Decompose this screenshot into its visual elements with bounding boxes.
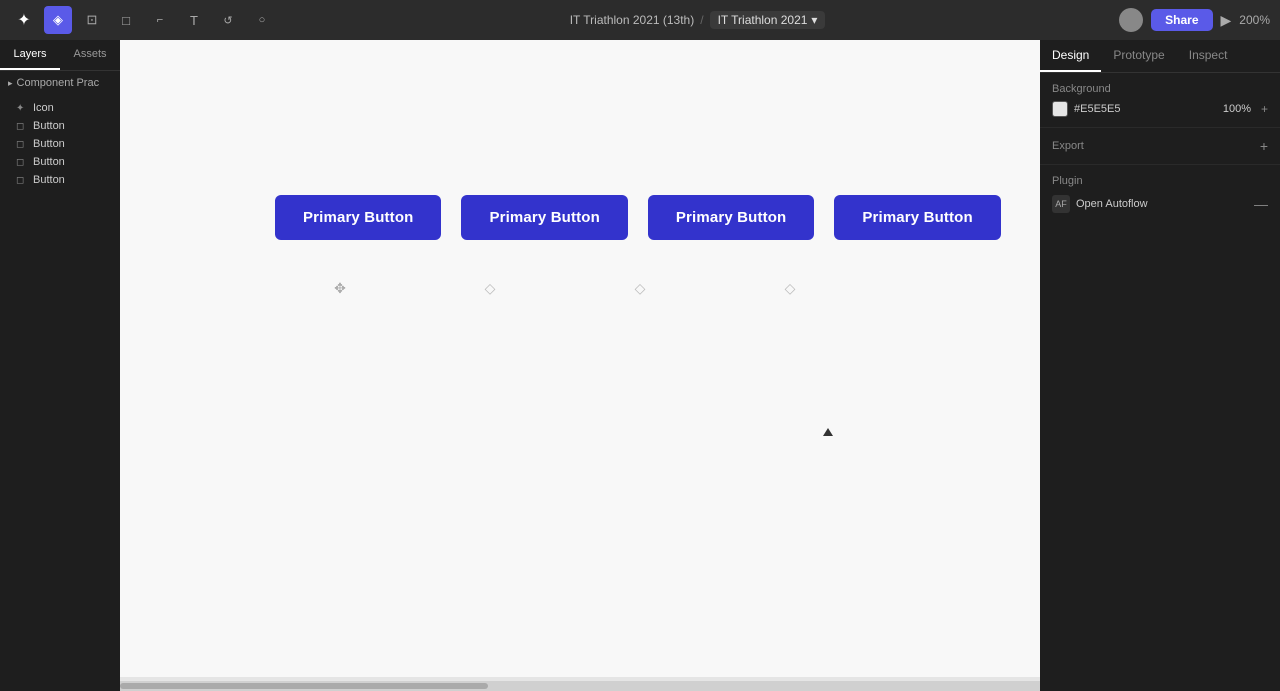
canvas-area[interactable]: Primary Button Primary Button Primary Bu… <box>120 40 1040 691</box>
plugin-item: AF Open Autoflow — <box>1052 195 1268 213</box>
current-page-label[interactable]: IT Triathlon 2021 ▾ <box>710 11 826 29</box>
layer-icon-symbol: ◻ <box>16 175 28 186</box>
plugin-name[interactable]: Open Autoflow <box>1076 198 1148 210</box>
diamond-icon-1: ◇ <box>485 280 496 297</box>
layer-item-button-4[interactable]: ◻ Button <box>0 171 120 189</box>
export-add-button[interactable]: + <box>1260 138 1268 154</box>
toolbar-right: Share ▶ 200% <box>1119 8 1270 32</box>
plugin-remove-button[interactable]: — <box>1254 196 1268 212</box>
plugin-section: Plugin AF Open Autoflow — <box>1040 165 1280 223</box>
layer-item-button-2[interactable]: ◻ Button <box>0 135 120 153</box>
tab-inspect[interactable]: Inspect <box>1177 40 1240 72</box>
project-title: IT Triathlon 2021 (13th) <box>570 13 695 27</box>
background-label: Background <box>1052 83 1268 95</box>
right-panel-tabs: Design Prototype Inspect <box>1040 40 1280 73</box>
canvas-handles: ✥ ◇ ◇ ◇ <box>275 280 855 297</box>
primary-button-2[interactable]: Primary Button <box>461 195 627 240</box>
background-row: #E5E5E5 100% + <box>1052 101 1268 117</box>
text-tool[interactable]: T <box>180 6 208 34</box>
frame-tool[interactable]: ⊡ <box>78 6 106 34</box>
background-opacity[interactable]: 100% <box>1223 103 1251 115</box>
export-row: Export + <box>1052 138 1268 154</box>
left-sidebar: Layers Assets ▸ Component Prac ✦ Icon ◻ … <box>0 40 120 691</box>
handle-diamond-2: ◇ <box>575 280 705 297</box>
component-tool[interactable]: ↺ <box>214 6 242 34</box>
background-color-swatch[interactable] <box>1052 101 1068 117</box>
top-bar: ✦ ◈ ⊡ □ ⌐ T ↺ ○ IT Triathlon 2021 (13th)… <box>0 0 1280 40</box>
primary-button-3[interactable]: Primary Button <box>648 195 814 240</box>
background-hex[interactable]: #E5E5E5 <box>1074 103 1217 115</box>
zoom-level: 200% <box>1239 13 1270 27</box>
handle-crosshair: ✥ <box>275 280 405 297</box>
tab-layers[interactable]: Layers <box>0 40 60 70</box>
canvas-scrollbar[interactable] <box>120 681 1040 691</box>
comment-tool[interactable]: ○ <box>248 6 276 34</box>
handle-diamond-1: ◇ <box>425 280 555 297</box>
plugin-icon: AF <box>1052 195 1070 213</box>
plugin-section-label: Plugin <box>1052 175 1268 187</box>
canvas-page <box>120 40 1040 677</box>
layer-icon-symbol: ◻ <box>16 121 28 132</box>
primary-button-1[interactable]: Primary Button <box>275 195 441 240</box>
breadcrumb-separator: / <box>700 13 703 27</box>
play-button[interactable]: ▶ <box>1221 12 1232 29</box>
layer-item-button-1[interactable]: ◻ Button <box>0 117 120 135</box>
share-button[interactable]: Share <box>1151 9 1212 31</box>
diamond-icon-2: ◇ <box>635 280 646 297</box>
canvas-buttons: Primary Button Primary Button Primary Bu… <box>275 195 1001 240</box>
layer-icon-symbol: ◻ <box>16 139 28 150</box>
main-layout: Layers Assets ▸ Component Prac ✦ Icon ◻ … <box>0 40 1280 691</box>
layer-item-button-3[interactable]: ◻ Button <box>0 153 120 171</box>
select-tool[interactable]: ◈ <box>44 6 72 34</box>
plugin-name-wrap: AF Open Autoflow <box>1052 195 1148 213</box>
diamond-icon-3: ◇ <box>785 280 796 297</box>
figma-logo[interactable]: ✦ <box>10 6 38 34</box>
background-add-icon[interactable]: + <box>1261 102 1268 116</box>
right-panel: Design Prototype Inspect Background #E5E… <box>1040 40 1280 691</box>
export-section: Export + <box>1040 128 1280 165</box>
export-label: Export <box>1052 140 1084 152</box>
crosshair-icon: ✥ <box>334 280 346 297</box>
sidebar-tabs: Layers Assets <box>0 40 120 71</box>
avatar <box>1119 8 1143 32</box>
tab-design[interactable]: Design <box>1040 40 1101 72</box>
toolbar-left: ✦ ◈ ⊡ □ ⌐ T ↺ ○ <box>10 6 276 34</box>
layer-icon-symbol: ◻ <box>16 157 28 168</box>
background-section: Background #E5E5E5 100% + <box>1040 73 1280 128</box>
layer-item-icon[interactable]: ✦ Icon <box>0 99 120 117</box>
scrollbar-thumb[interactable] <box>120 683 488 689</box>
tab-prototype[interactable]: Prototype <box>1101 40 1176 72</box>
page-header[interactable]: ▸ Component Prac <box>0 71 120 95</box>
shape-tool[interactable]: □ <box>112 6 140 34</box>
layer-icon-symbol: ✦ <box>16 103 28 114</box>
breadcrumb: IT Triathlon 2021 (13th) / IT Triathlon … <box>570 11 826 29</box>
tab-assets[interactable]: Assets <box>60 40 120 70</box>
primary-button-4[interactable]: Primary Button <box>834 195 1000 240</box>
handle-diamond-3: ◇ <box>725 280 855 297</box>
expand-icon: ▸ <box>8 78 13 89</box>
layer-list: ✦ Icon ◻ Button ◻ Button ◻ Button ◻ Butt… <box>0 95 120 193</box>
page-label: Component Prac <box>17 77 100 89</box>
pen-tool[interactable]: ⌐ <box>146 6 174 34</box>
